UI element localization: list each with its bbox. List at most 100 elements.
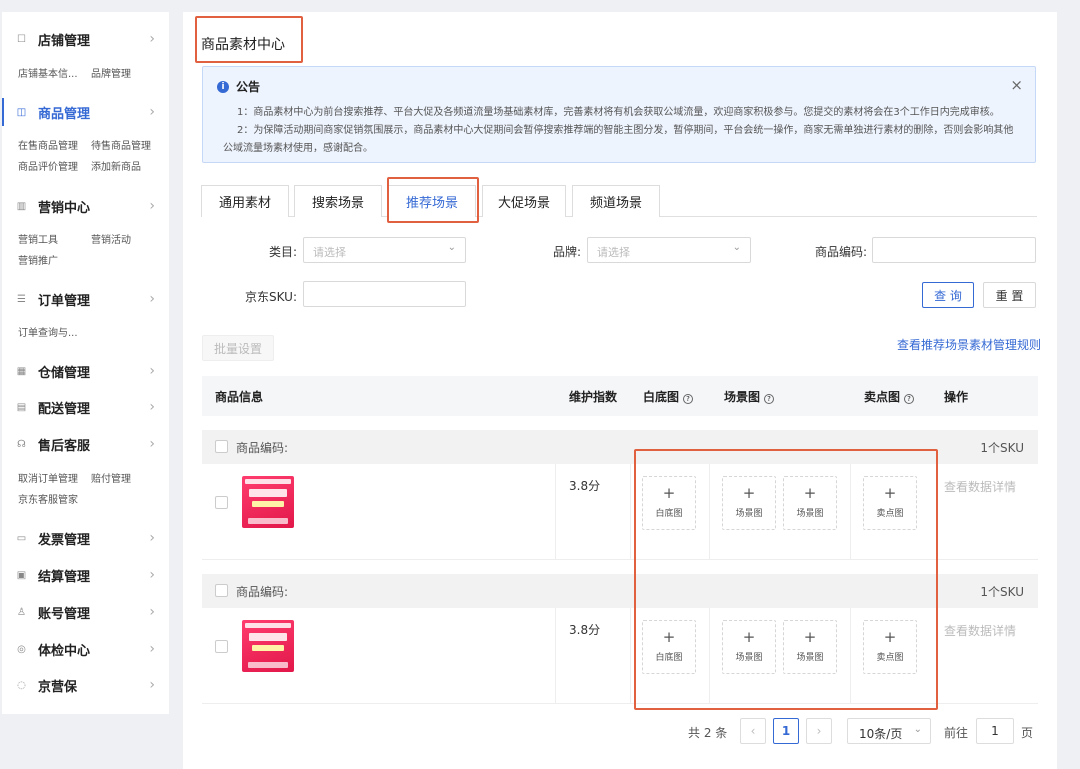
tab-general[interactable]: 通用素材 (201, 185, 289, 217)
chevron-right-icon: › (149, 604, 155, 620)
sidebar-item-store[interactable]: ☐ 店铺管理 › (2, 21, 169, 57)
sku-input[interactable] (303, 281, 466, 307)
sidebar-sub-add[interactable]: 添加新商品 (91, 158, 141, 173)
sku-label: 京东SKU: (245, 290, 297, 304)
sidebar-item-account[interactable]: ♙ 账号管理 › (2, 594, 169, 630)
chevron-right-icon: › (149, 31, 155, 47)
truck-icon: ▤ (16, 401, 27, 413)
invoice-icon: ▭ (16, 532, 27, 544)
search-button[interactable]: 查 询 (922, 282, 974, 308)
brand-select[interactable]: 请选择 ⌄ (587, 237, 751, 263)
sidebar-item-jingyingbao[interactable]: ◌ 京营保 › (2, 667, 169, 703)
sidebar-item-settlement[interactable]: ▣ 结算管理 › (2, 557, 169, 593)
highlight-box-tab (387, 177, 479, 223)
group-checkbox[interactable] (215, 440, 228, 453)
question-icon[interactable]: ? (683, 394, 694, 404)
sidebar-item-delivery[interactable]: ▤ 配送管理 › (2, 389, 169, 425)
sidebar-item-marketing[interactable]: ▥ 营销中心 › (2, 188, 169, 224)
header-actions: 操作 (944, 390, 969, 404)
sidebar-sub-tools[interactable]: 营销工具 (18, 231, 58, 246)
row-checkbox[interactable] (215, 496, 228, 509)
notice-line-1: 1：商品素材中心为前台搜索推荐、平台大促及各频道流量场基础素材库，完善素材将有机… (237, 107, 1000, 118)
notice-banner: i 公告 × 1：商品素材中心为前台搜索推荐、平台大促及各频道流量场基础素材库，… (202, 66, 1036, 163)
close-icon[interactable]: × (1010, 76, 1023, 94)
page-size-select[interactable]: 10条/页 ⌄ (847, 718, 931, 744)
sidebar-item-aftersale[interactable]: ☊ 售后客服 › (2, 426, 169, 462)
maintenance-score: 3.8分 (569, 623, 601, 637)
tab-search[interactable]: 搜索场景 (294, 185, 382, 217)
tab-channel[interactable]: 频道场景 (572, 185, 660, 217)
question-icon[interactable]: ? (904, 394, 915, 404)
goto-page-input[interactable]: 1 (976, 718, 1014, 744)
sidebar: ☐ 店铺管理 › 店铺基本信... 品牌管理 ◫ 商品管理 › 在售商品管理 待… (2, 12, 169, 714)
notice-line-3: 公域流量场素材使用，感谢配合。 (223, 143, 373, 154)
chevron-right-icon: › (149, 677, 155, 693)
product-thumbnail[interactable] (242, 620, 294, 672)
page-unit-label: 页 (1021, 726, 1034, 740)
chevron-right-icon: › (149, 530, 155, 546)
code-input[interactable] (872, 237, 1036, 263)
header-white-image: 白底图? (643, 388, 694, 405)
pagination-total: 共 2 条 (688, 726, 728, 740)
category-select[interactable]: 请选择 ⌄ (303, 237, 466, 263)
chevron-right-icon: › (149, 198, 155, 214)
rules-link[interactable]: 查看推荐场景素材管理规则 (897, 336, 1041, 353)
sidebar-sub-store-info[interactable]: 店铺基本信... (18, 65, 78, 80)
sidebar-sub-promo[interactable]: 营销推广 (18, 252, 58, 267)
sidebar-sub-compensation[interactable]: 赔付管理 (91, 470, 131, 485)
chevron-right-icon: › (149, 641, 155, 657)
sidebar-item-checkup[interactable]: ◎ 体检中心 › (2, 631, 169, 667)
batch-set-button[interactable]: 批量设置 (202, 335, 274, 361)
user-icon: ♙ (17, 606, 26, 618)
sidebar-item-products[interactable]: ◫ 商品管理 › (2, 94, 169, 130)
headset-icon: ☊ (17, 438, 26, 450)
sidebar-item-warehouse[interactable]: ▦ 仓储管理 › (2, 353, 169, 389)
sidebar-item-invoice[interactable]: ▭ 发票管理 › (2, 520, 169, 556)
highlight-box-images (634, 449, 938, 710)
product-code-label: 商品编码: (236, 585, 289, 599)
info-icon: i (217, 81, 229, 93)
sidebar-sub-order-query[interactable]: 订单查询与... (18, 324, 78, 339)
shield-icon: ◎ (17, 643, 26, 655)
next-page-button[interactable]: › (806, 718, 832, 744)
sidebar-sub-events[interactable]: 营销活动 (91, 231, 131, 246)
highlight-box-title (195, 16, 303, 63)
header-product-info: 商品信息 (215, 390, 264, 404)
category-label: 类目: (268, 245, 297, 259)
list-icon: ☰ (17, 293, 26, 305)
brand-label: 品牌: (552, 245, 581, 259)
sidebar-sub-cs[interactable]: 京东客服管家 (18, 491, 78, 506)
maintenance-score: 3.8分 (569, 479, 601, 493)
sidebar-sub-onsale[interactable]: 在售商品管理 (18, 137, 78, 152)
sku-count: 1个SKU (980, 441, 1024, 455)
view-data-detail-link[interactable]: 查看数据详情 (944, 478, 1016, 495)
chevron-right-icon: › (149, 363, 155, 379)
prev-page-button[interactable]: ‹ (740, 718, 766, 744)
code-label: 商品编码: (814, 245, 867, 259)
sku-count: 1个SKU (980, 585, 1024, 599)
chevron-down-icon: ⌄ (447, 242, 456, 253)
notice-title: 公告 (236, 80, 261, 94)
page-1-button[interactable]: 1 (773, 718, 799, 744)
sidebar-sub-cancel[interactable]: 取消订单管理 (18, 470, 78, 485)
sidebar-sub-brand[interactable]: 品牌管理 (91, 65, 131, 80)
view-data-detail-link[interactable]: 查看数据详情 (944, 622, 1016, 639)
table-header: 商品信息 维护指数 白底图? 场景图? 卖点图? 操作 (202, 376, 1038, 416)
chevron-right-icon: › (149, 436, 155, 452)
sidebar-sub-reviews[interactable]: 商品评价管理 (18, 158, 78, 173)
group-checkbox[interactable] (215, 584, 228, 597)
bag-icon: ◫ (16, 106, 27, 118)
question-icon[interactable]: ? (764, 394, 775, 404)
badge-icon: ◌ (17, 679, 26, 691)
row-checkbox[interactable] (215, 640, 228, 653)
calculator-icon: ▣ (16, 569, 27, 581)
store-icon: ☐ (17, 33, 26, 45)
notice-line-2: 2：为保障活动期间商家促销氛围展示，商品素材中心大促期间会暂停搜索推荐端的智能主… (237, 125, 1014, 136)
reset-button[interactable]: 重 置 (983, 282, 1036, 308)
sidebar-item-orders[interactable]: ☰ 订单管理 › (2, 281, 169, 317)
product-thumbnail[interactable] (242, 476, 294, 528)
grid-icon: ▦ (16, 365, 27, 377)
tab-promotion[interactable]: 大促场景 (482, 185, 566, 217)
chevron-down-icon: ⌄ (732, 242, 741, 253)
sidebar-sub-pending[interactable]: 待售商品管理 (91, 137, 151, 152)
